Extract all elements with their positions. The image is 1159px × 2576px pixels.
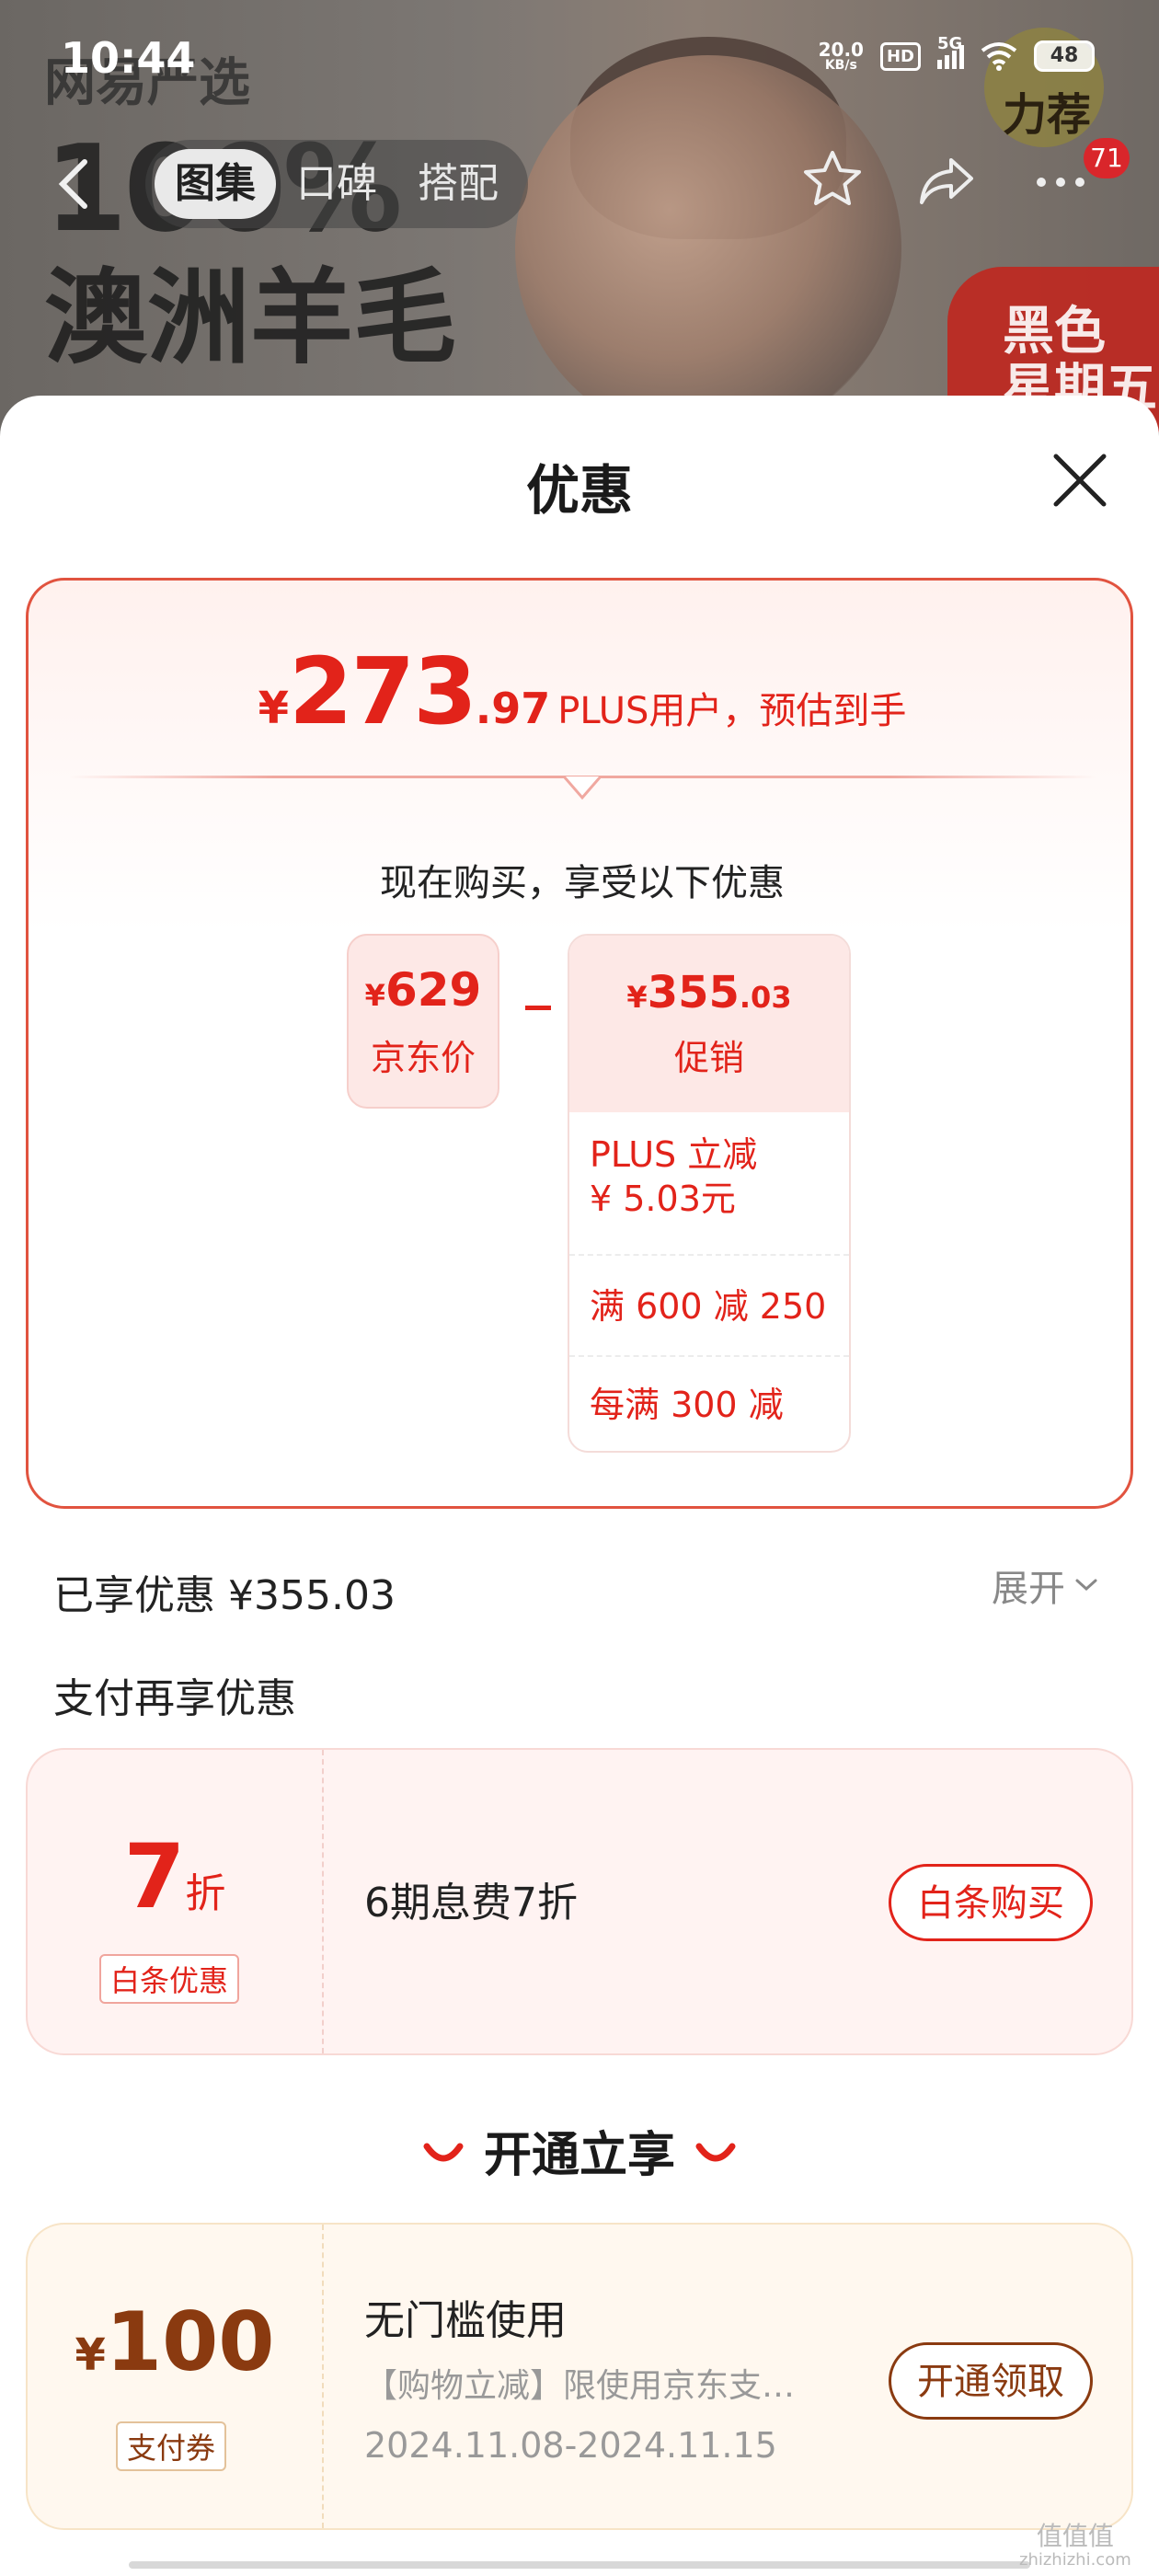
estimated-price-currency: ¥ bbox=[258, 683, 290, 734]
watermark-logo: 值值值 bbox=[1036, 2521, 1114, 2551]
sheet-title: 优惠 bbox=[525, 459, 633, 522]
promotion-decimal: .03 bbox=[739, 980, 792, 1015]
smile-left-icon bbox=[423, 2143, 464, 2162]
open-claim-button[interactable]: 开通领取 bbox=[889, 2342, 1093, 2420]
baitiao-description: 6期息费7折 bbox=[364, 1880, 578, 1926]
status-time: 10:44 bbox=[61, 33, 196, 83]
badge-line1: 黑色 bbox=[1003, 302, 1106, 362]
expand-label: 展开 bbox=[992, 1568, 1065, 1610]
estimated-price: ¥273.97 PLUS用户，预估到手 bbox=[29, 638, 1136, 745]
pay-section-title: 支付再享优惠 bbox=[53, 1675, 296, 1722]
baitiao-discount-unit: 折 bbox=[185, 1870, 226, 1917]
chevron-down-icon bbox=[1075, 1579, 1097, 1592]
open-section-label: 开通立享 bbox=[483, 2128, 675, 2183]
baitiao-buy-button[interactable]: 白条购买 bbox=[889, 1864, 1093, 1941]
promotion-item-every-reduction: 每满 300 减 50 bbox=[590, 1385, 784, 1425]
battery-icon: 48 bbox=[1034, 40, 1095, 72]
notification-badge: 71 bbox=[1084, 138, 1130, 178]
divider-notch-icon bbox=[564, 776, 601, 800]
network-speed-value: 20.0 bbox=[818, 39, 864, 61]
estimated-price-decimal: .97 bbox=[475, 684, 551, 733]
tab-gallery[interactable]: 图集 bbox=[155, 149, 276, 219]
pay-coupon-detail: 【购物立减】限使用京东支… bbox=[364, 2367, 796, 2405]
jd-price-amount: ¥629 bbox=[349, 963, 498, 1017]
enjoyed-discount-total: 已享优惠 ¥355.03 bbox=[53, 1572, 396, 1619]
open-section-title: 开通立享 bbox=[0, 2116, 1159, 2185]
watermark-url: zhizhizhi.com bbox=[1019, 2549, 1131, 2570]
promotion-amount: ¥355.03 bbox=[569, 936, 849, 1018]
tab-matching[interactable]: 搭配 bbox=[397, 149, 519, 219]
pay-coupon-amount: ¥100 bbox=[28, 2294, 322, 2389]
promotion-item-plus-amount: ¥ 5.03元 bbox=[590, 1179, 736, 1219]
promotion-item-plus: PLUS 立减 ¥ 5.03元 bbox=[569, 1112, 849, 1256]
promotion-box: ¥355.03 促销 PLUS 立减 ¥ 5.03元 满 600 减 250 每… bbox=[568, 934, 851, 1453]
status-icons: 20.0 KB/s HD 5G 48 bbox=[819, 34, 1095, 72]
promotion-currency: ¥ bbox=[626, 980, 648, 1015]
close-icon[interactable] bbox=[1045, 445, 1115, 515]
promotion-label: 促销 bbox=[673, 1038, 744, 1078]
back-arrow-icon[interactable] bbox=[55, 156, 92, 212]
jd-price-box: ¥629 京东价 bbox=[347, 934, 499, 1109]
tab-reviews[interactable]: 口碑 bbox=[276, 149, 397, 219]
baitiao-coupon-card: 7折 白条优惠 6期息费7折 白条购买 bbox=[26, 1748, 1133, 2055]
status-bar: 10:44 20.0 KB/s HD 5G 48 bbox=[0, 0, 1159, 110]
pay-coupon-date-range: 2024.11.08-2024.11.15 bbox=[364, 2425, 777, 2466]
promotion-item-plus-title: PLUS 立减 bbox=[590, 1134, 758, 1175]
buy-now-text: 现在购买，享受以下优惠 bbox=[380, 862, 785, 904]
discount-sheet: 优惠 ¥273.97 PLUS用户，预估到手 现在购买，享受以下优惠 ¥629 京… bbox=[0, 396, 1159, 2576]
pay-coupon-value: 100 bbox=[105, 2294, 275, 2389]
pay-coupon-currency: ¥ bbox=[75, 2329, 106, 2381]
product-photo bbox=[515, 55, 901, 432]
estimated-price-label: PLUS用户，预估到手 bbox=[557, 690, 907, 732]
gallery-tabs: 图集 口碑 搭配 bbox=[145, 140, 528, 228]
network-speed-unit: KB/s bbox=[824, 58, 857, 73]
signal-icon: 5G bbox=[937, 34, 964, 69]
estimated-price-integer: 273 bbox=[289, 638, 477, 745]
baitiao-discount: 7折 bbox=[28, 1825, 322, 1928]
promotion-header: ¥355.03 促销 bbox=[569, 936, 849, 1112]
signal-label: 5G bbox=[937, 34, 963, 53]
expand-button[interactable]: 展开 bbox=[992, 1558, 1098, 1612]
minus-sign-icon bbox=[525, 1006, 551, 1010]
headline-wool: 澳洲羊毛 bbox=[44, 259, 456, 378]
promotion-integer: 355 bbox=[647, 967, 740, 1018]
watermark: 值值值 zhizhizhi.com bbox=[1019, 2521, 1131, 2570]
price-breakdown-card: ¥273.97 PLUS用户，预估到手 现在购买，享受以下优惠 ¥629 京东价 … bbox=[26, 578, 1133, 1509]
promotion-item-full-reduction: 满 600 减 250 bbox=[569, 1256, 849, 1357]
network-speed: 20.0 KB/s bbox=[819, 40, 864, 72]
pay-coupon-title: 无门槛使用 bbox=[364, 2297, 567, 2344]
star-icon[interactable] bbox=[800, 147, 865, 212]
jd-price-label: 京东价 bbox=[370, 1038, 476, 1078]
coupon-separator bbox=[322, 2225, 324, 2528]
pay-coupon-tag: 支付券 bbox=[116, 2421, 227, 2471]
baitiao-discount-number: 7 bbox=[123, 1825, 186, 1928]
coupon-separator bbox=[322, 1750, 324, 2053]
baitiao-tag: 白条优惠 bbox=[99, 1954, 240, 2004]
hd-icon: HD bbox=[879, 41, 921, 71]
share-icon[interactable] bbox=[914, 147, 979, 212]
smile-right-icon bbox=[695, 2143, 736, 2162]
wifi-icon bbox=[981, 42, 1017, 71]
home-indicator[interactable] bbox=[129, 2561, 1030, 2569]
jd-price-currency: ¥ bbox=[364, 978, 385, 1013]
jd-price-value: 629 bbox=[384, 963, 482, 1017]
pay-coupon-card: ¥100 支付券 无门槛使用 【购物立减】限使用京东支… 2024.11.08-… bbox=[26, 2223, 1133, 2530]
